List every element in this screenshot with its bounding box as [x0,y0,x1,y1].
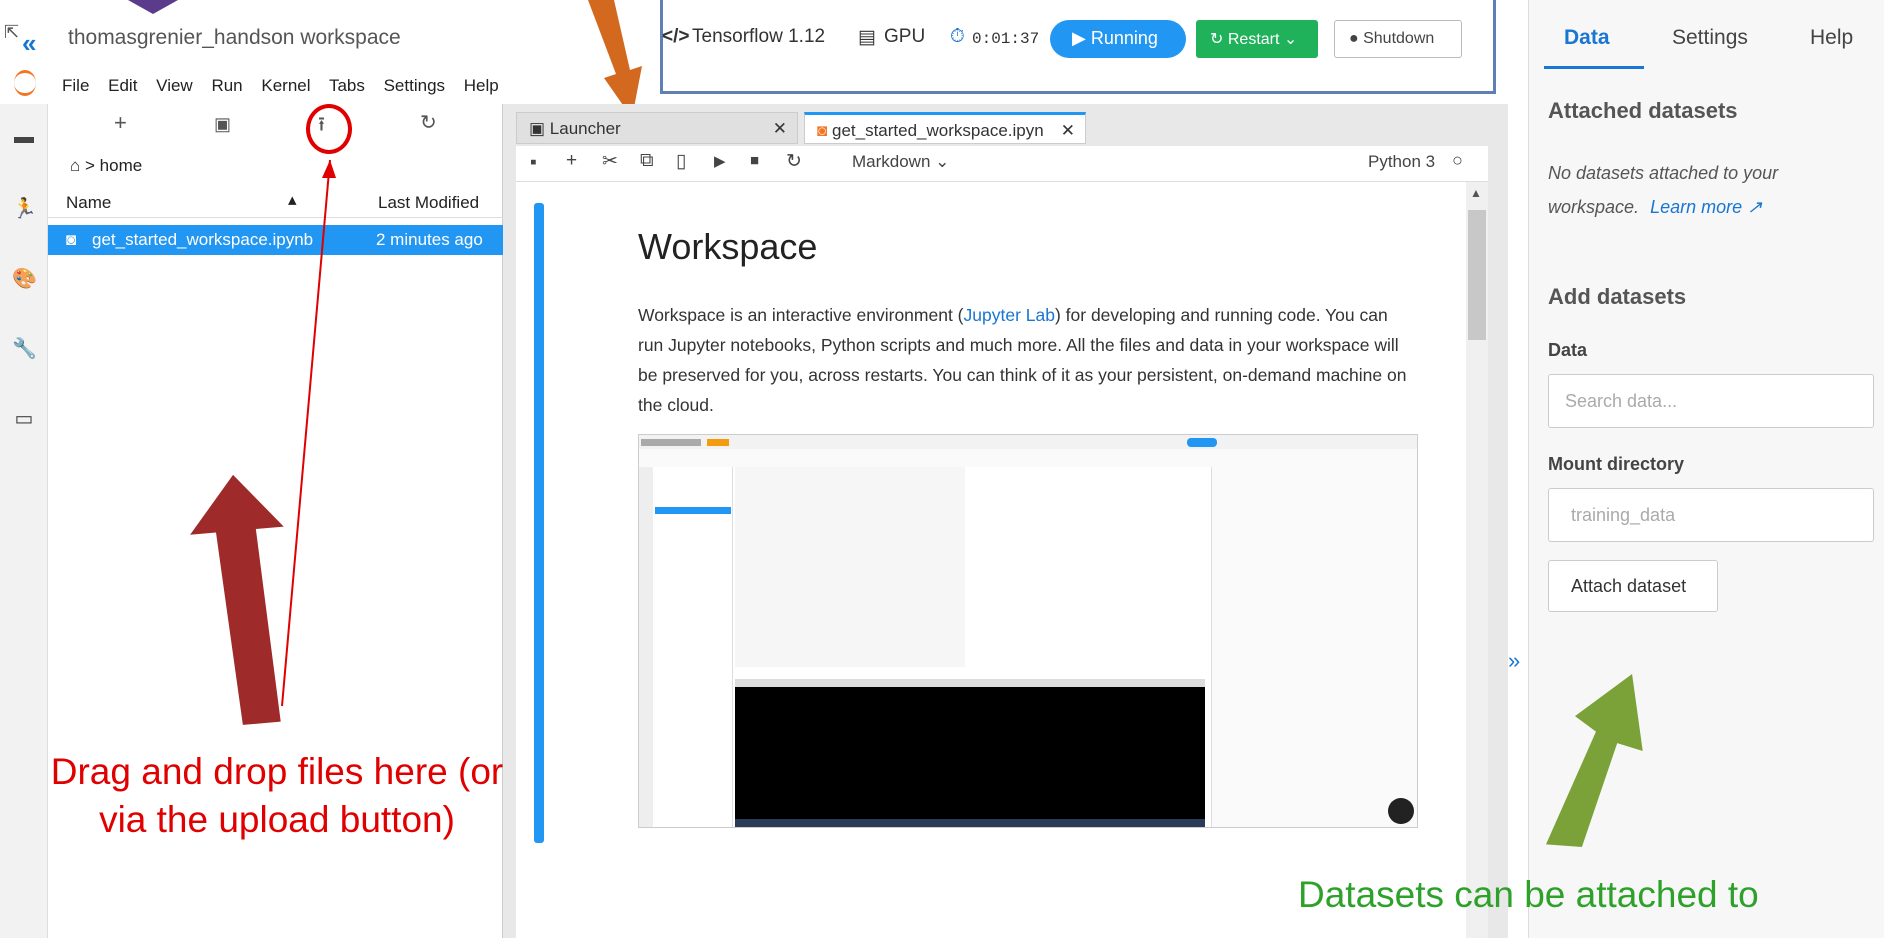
scroll-up-icon[interactable]: ▲ [1470,186,1482,200]
mount-directory-label: Mount directory [1548,454,1685,474]
tab-launcher[interactable]: ▣ Launcher ✕ [516,112,798,144]
menu-view[interactable]: View [156,76,193,95]
data-label: Data [1548,340,1588,360]
menu-help[interactable]: Help [464,76,499,95]
menu-bar: File Edit View Run Kernel Tabs Settings … [62,76,513,96]
file-row[interactable]: ◙ get_started_workspace.ipynb 2 minutes … [48,225,503,255]
file-list-header: Name ▴ Last Modified [48,188,503,218]
drag-drop-annotation: Drag and drop files here (or via the upl… [50,751,504,840]
orange-arrow-annotation [588,0,642,118]
mount-directory-input[interactable]: training_data [1548,488,1874,542]
active-tab-indicator [1544,66,1644,69]
jupyter-lab-link[interactable]: Jupyter Lab [964,305,1055,325]
collapse-sidebar-icon[interactable]: « [22,28,36,59]
palette-icon[interactable]: 🎨 [12,266,37,290]
menu-edit[interactable]: Edit [108,76,137,95]
chevron-down-icon: ⌄ [1279,31,1298,48]
menu-file[interactable]: File [62,76,89,95]
menu-run[interactable]: Run [211,76,242,95]
column-name[interactable]: Name [66,193,111,213]
tab-data[interactable]: Data [1564,26,1610,50]
tab-help[interactable]: Help [1810,26,1853,50]
mouse-cursor-icon: ⇱ [4,22,20,42]
gpu-label: GPU [884,26,926,47]
session-timer: 0:01:37 [972,30,1040,48]
external-link-icon: ↗ [1747,197,1763,217]
file-modified: 2 minutes ago [376,230,483,249]
chat-icon[interactable] [1388,798,1414,824]
attached-datasets-heading: Attached datasets [1548,98,1738,123]
new-launcher-icon[interactable]: + [114,110,127,136]
running-button[interactable]: ▶ Running [1050,20,1186,58]
kernel-status-icon: ○ [1452,150,1463,170]
launcher-icon: ▣ [529,119,550,138]
stop-circle-icon: ● [1349,30,1364,47]
notebook-heading: Workspace [638,226,818,267]
restart-kernel-icon[interactable]: ↻ [786,150,802,173]
scrollbar-thumb[interactable] [1468,210,1486,340]
no-datasets-message: No datasets attached to your workspace. … [1548,163,1779,217]
notebook-icon: ◙ [66,230,77,249]
workspace-title: thomasgrenier_handson workspace [68,26,401,49]
learn-more-link[interactable]: Learn more ↗ [1650,197,1762,217]
tab-notebook[interactable]: ◙ get_started_workspace.ipyn ✕ [804,112,1086,144]
gpu-icon: ▤ [858,27,876,48]
tab-settings[interactable]: Settings [1672,26,1748,50]
cut-icon[interactable]: ✂ [602,150,618,173]
upload-highlight-circle [306,104,352,154]
save-icon[interactable]: ▪ [530,152,537,174]
shutdown-button[interactable]: ● Shutdown [1334,20,1462,58]
stop-icon[interactable]: ■ [750,152,759,169]
activity-bar [0,104,48,938]
sort-caret-icon: ▴ [288,190,297,209]
running-icon[interactable]: 🏃 [12,196,37,220]
file-name: get_started_workspace.ipynb [92,230,314,249]
tabs-icon[interactable]: ▭ [12,406,36,430]
play-icon: ▶ [1072,28,1091,48]
expand-panel-icon[interactable]: » [1508,648,1528,678]
notebook-paragraph: Workspace is an interactive environment … [638,305,1407,415]
add-datasets-heading: Add datasets [1548,284,1687,309]
refresh-icon: ↻ [1210,31,1228,48]
search-data-input[interactable]: Search data... [1548,374,1874,428]
notebook-icon: ◙ [817,121,832,140]
active-cell-indicator [534,203,544,843]
new-folder-icon[interactable]: ▣ [214,114,231,135]
framework-label: Tensorflow 1.12 [692,26,826,47]
attach-dataset-button[interactable]: Attach dataset [1548,560,1718,612]
cell-type-select[interactable]: Markdown ⌄ [852,152,949,172]
wrench-icon[interactable]: 🔧 [12,336,37,360]
refresh-icon[interactable]: ↻ [420,110,437,135]
close-icon[interactable]: ✕ [1061,121,1075,141]
close-icon[interactable]: ✕ [773,119,787,139]
run-icon[interactable]: ▶ [714,152,726,170]
embedded-screenshot [638,434,1418,828]
datasets-annotation: Datasets can be attached to [1298,874,1759,915]
column-last-modified[interactable]: Last Modified [378,193,479,213]
stopwatch-icon: ⏱ [950,26,965,47]
home-icon[interactable]: ⌂ [70,156,80,175]
menu-tabs[interactable]: Tabs [329,76,365,95]
paste-icon[interactable]: ▯ [676,150,686,173]
folder-icon[interactable]: ▬ [12,126,36,150]
restart-button[interactable]: ↻ Restart ⌄ [1196,20,1318,58]
copy-icon[interactable]: ⧉ [640,150,654,172]
menu-settings[interactable]: Settings [384,76,445,95]
jupyter-logo [14,70,36,96]
menu-kernel[interactable]: Kernel [261,76,310,95]
notebook-toolbar: ▪ + ✂ ⧉ ▯ ▶ ■ ↻ Markdown ⌄ Python 3 ○ [516,146,1488,182]
insert-cell-icon[interactable]: + [566,150,577,172]
kernel-name[interactable]: Python 3 [1368,152,1435,172]
breadcrumb: ⌂ > home [70,156,143,175]
